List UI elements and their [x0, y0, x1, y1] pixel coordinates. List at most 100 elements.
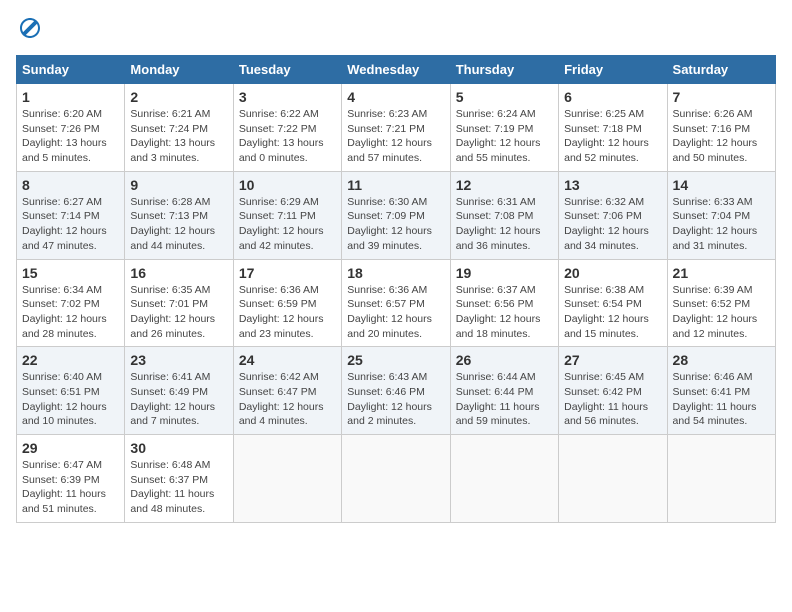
day-info: Sunrise: 6:36 AM Sunset: 6:57 PM Dayligh…	[347, 283, 444, 342]
day-number: 4	[347, 89, 444, 105]
table-row: 27 Sunrise: 6:45 AM Sunset: 6:42 PM Dayl…	[559, 347, 667, 435]
table-row: 14 Sunrise: 6:33 AM Sunset: 7:04 PM Dayl…	[667, 171, 775, 259]
table-row: 29 Sunrise: 6:47 AM Sunset: 6:39 PM Dayl…	[17, 435, 125, 523]
day-info: Sunrise: 6:37 AM Sunset: 6:56 PM Dayligh…	[456, 283, 553, 342]
table-row: 26 Sunrise: 6:44 AM Sunset: 6:44 PM Dayl…	[450, 347, 558, 435]
day-number: 26	[456, 352, 553, 368]
day-number: 19	[456, 265, 553, 281]
day-info: Sunrise: 6:38 AM Sunset: 6:54 PM Dayligh…	[564, 283, 661, 342]
day-number: 7	[673, 89, 770, 105]
day-info: Sunrise: 6:28 AM Sunset: 7:13 PM Dayligh…	[130, 195, 227, 254]
table-row	[667, 435, 775, 523]
table-row: 8 Sunrise: 6:27 AM Sunset: 7:14 PM Dayli…	[17, 171, 125, 259]
col-friday: Friday	[559, 56, 667, 84]
day-number: 28	[673, 352, 770, 368]
day-number: 9	[130, 177, 227, 193]
day-info: Sunrise: 6:27 AM Sunset: 7:14 PM Dayligh…	[22, 195, 119, 254]
table-row: 12 Sunrise: 6:31 AM Sunset: 7:08 PM Dayl…	[450, 171, 558, 259]
day-info: Sunrise: 6:24 AM Sunset: 7:19 PM Dayligh…	[456, 107, 553, 166]
day-number: 8	[22, 177, 119, 193]
day-number: 5	[456, 89, 553, 105]
table-row: 28 Sunrise: 6:46 AM Sunset: 6:41 PM Dayl…	[667, 347, 775, 435]
table-row: 20 Sunrise: 6:38 AM Sunset: 6:54 PM Dayl…	[559, 259, 667, 347]
day-number: 23	[130, 352, 227, 368]
calendar-table: Sunday Monday Tuesday Wednesday Thursday…	[16, 55, 776, 523]
day-info: Sunrise: 6:41 AM Sunset: 6:49 PM Dayligh…	[130, 370, 227, 429]
table-row: 15 Sunrise: 6:34 AM Sunset: 7:02 PM Dayl…	[17, 259, 125, 347]
day-number: 14	[673, 177, 770, 193]
day-info: Sunrise: 6:33 AM Sunset: 7:04 PM Dayligh…	[673, 195, 770, 254]
table-row	[450, 435, 558, 523]
day-info: Sunrise: 6:47 AM Sunset: 6:39 PM Dayligh…	[22, 458, 119, 517]
day-info: Sunrise: 6:20 AM Sunset: 7:26 PM Dayligh…	[22, 107, 119, 166]
day-info: Sunrise: 6:39 AM Sunset: 6:52 PM Dayligh…	[673, 283, 770, 342]
table-row: 13 Sunrise: 6:32 AM Sunset: 7:06 PM Dayl…	[559, 171, 667, 259]
table-row: 19 Sunrise: 6:37 AM Sunset: 6:56 PM Dayl…	[450, 259, 558, 347]
day-number: 2	[130, 89, 227, 105]
day-info: Sunrise: 6:23 AM Sunset: 7:21 PM Dayligh…	[347, 107, 444, 166]
table-row: 7 Sunrise: 6:26 AM Sunset: 7:16 PM Dayli…	[667, 84, 775, 172]
day-number: 6	[564, 89, 661, 105]
col-thursday: Thursday	[450, 56, 558, 84]
col-monday: Monday	[125, 56, 233, 84]
table-row: 25 Sunrise: 6:43 AM Sunset: 6:46 PM Dayl…	[342, 347, 450, 435]
day-info: Sunrise: 6:44 AM Sunset: 6:44 PM Dayligh…	[456, 370, 553, 429]
table-row: 5 Sunrise: 6:24 AM Sunset: 7:19 PM Dayli…	[450, 84, 558, 172]
day-number: 1	[22, 89, 119, 105]
col-saturday: Saturday	[667, 56, 775, 84]
table-row: 4 Sunrise: 6:23 AM Sunset: 7:21 PM Dayli…	[342, 84, 450, 172]
day-info: Sunrise: 6:21 AM Sunset: 7:24 PM Dayligh…	[130, 107, 227, 166]
logo-icon	[18, 16, 42, 40]
col-wednesday: Wednesday	[342, 56, 450, 84]
day-info: Sunrise: 6:31 AM Sunset: 7:08 PM Dayligh…	[456, 195, 553, 254]
table-row: 21 Sunrise: 6:39 AM Sunset: 6:52 PM Dayl…	[667, 259, 775, 347]
day-info: Sunrise: 6:40 AM Sunset: 6:51 PM Dayligh…	[22, 370, 119, 429]
day-number: 12	[456, 177, 553, 193]
day-number: 24	[239, 352, 336, 368]
table-row: 11 Sunrise: 6:30 AM Sunset: 7:09 PM Dayl…	[342, 171, 450, 259]
day-info: Sunrise: 6:26 AM Sunset: 7:16 PM Dayligh…	[673, 107, 770, 166]
day-number: 11	[347, 177, 444, 193]
table-row: 18 Sunrise: 6:36 AM Sunset: 6:57 PM Dayl…	[342, 259, 450, 347]
day-number: 30	[130, 440, 227, 456]
day-number: 10	[239, 177, 336, 193]
day-info: Sunrise: 6:32 AM Sunset: 7:06 PM Dayligh…	[564, 195, 661, 254]
day-number: 17	[239, 265, 336, 281]
page-header	[16, 16, 776, 45]
day-number: 27	[564, 352, 661, 368]
day-number: 20	[564, 265, 661, 281]
day-number: 25	[347, 352, 444, 368]
day-number: 16	[130, 265, 227, 281]
day-info: Sunrise: 6:25 AM Sunset: 7:18 PM Dayligh…	[564, 107, 661, 166]
table-row: 22 Sunrise: 6:40 AM Sunset: 6:51 PM Dayl…	[17, 347, 125, 435]
day-number: 15	[22, 265, 119, 281]
day-info: Sunrise: 6:42 AM Sunset: 6:47 PM Dayligh…	[239, 370, 336, 429]
day-info: Sunrise: 6:43 AM Sunset: 6:46 PM Dayligh…	[347, 370, 444, 429]
day-info: Sunrise: 6:30 AM Sunset: 7:09 PM Dayligh…	[347, 195, 444, 254]
day-info: Sunrise: 6:34 AM Sunset: 7:02 PM Dayligh…	[22, 283, 119, 342]
table-row	[233, 435, 341, 523]
table-row: 17 Sunrise: 6:36 AM Sunset: 6:59 PM Dayl…	[233, 259, 341, 347]
table-row: 30 Sunrise: 6:48 AM Sunset: 6:37 PM Dayl…	[125, 435, 233, 523]
day-info: Sunrise: 6:29 AM Sunset: 7:11 PM Dayligh…	[239, 195, 336, 254]
day-number: 21	[673, 265, 770, 281]
day-info: Sunrise: 6:36 AM Sunset: 6:59 PM Dayligh…	[239, 283, 336, 342]
table-row: 3 Sunrise: 6:22 AM Sunset: 7:22 PM Dayli…	[233, 84, 341, 172]
table-row: 10 Sunrise: 6:29 AM Sunset: 7:11 PM Dayl…	[233, 171, 341, 259]
day-info: Sunrise: 6:22 AM Sunset: 7:22 PM Dayligh…	[239, 107, 336, 166]
day-info: Sunrise: 6:46 AM Sunset: 6:41 PM Dayligh…	[673, 370, 770, 429]
table-row: 24 Sunrise: 6:42 AM Sunset: 6:47 PM Dayl…	[233, 347, 341, 435]
table-row: 9 Sunrise: 6:28 AM Sunset: 7:13 PM Dayli…	[125, 171, 233, 259]
table-row: 6 Sunrise: 6:25 AM Sunset: 7:18 PM Dayli…	[559, 84, 667, 172]
day-info: Sunrise: 6:45 AM Sunset: 6:42 PM Dayligh…	[564, 370, 661, 429]
col-tuesday: Tuesday	[233, 56, 341, 84]
table-row	[559, 435, 667, 523]
table-row: 2 Sunrise: 6:21 AM Sunset: 7:24 PM Dayli…	[125, 84, 233, 172]
day-info: Sunrise: 6:35 AM Sunset: 7:01 PM Dayligh…	[130, 283, 227, 342]
day-number: 18	[347, 265, 444, 281]
table-row: 16 Sunrise: 6:35 AM Sunset: 7:01 PM Dayl…	[125, 259, 233, 347]
day-number: 22	[22, 352, 119, 368]
logo	[16, 16, 42, 45]
day-number: 13	[564, 177, 661, 193]
table-row: 1 Sunrise: 6:20 AM Sunset: 7:26 PM Dayli…	[17, 84, 125, 172]
